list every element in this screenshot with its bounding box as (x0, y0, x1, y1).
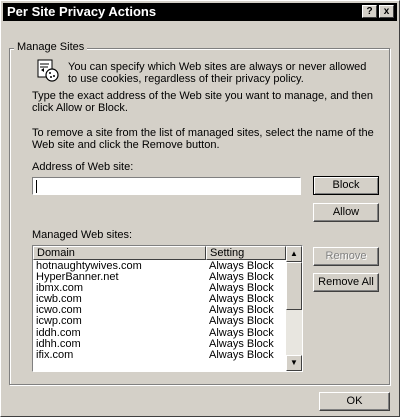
setting-cell: Always Block (209, 337, 274, 350)
remove-button[interactable]: Remove (313, 247, 379, 266)
list-header: Domain Setting (33, 246, 286, 260)
list-item[interactable]: icwp.com Always Block (33, 316, 286, 327)
window-title: Per Site Privacy Actions (7, 4, 157, 19)
scroll-down-arrow-icon[interactable]: ▼ (286, 355, 302, 371)
list-item[interactable]: ifix.com Always Block (33, 348, 286, 361)
scrollbar-thumb[interactable] (286, 262, 302, 310)
title-bar: Per Site Privacy Actions ? x (3, 3, 397, 21)
intro-text: You can specify which Web sites are alwa… (68, 61, 367, 85)
allow-button[interactable]: Allow (313, 203, 379, 222)
managed-sites-label: Managed Web sites: (32, 229, 133, 241)
setting-cell: Always Block (209, 348, 274, 361)
column-header-setting[interactable]: Setting (206, 246, 286, 260)
remove-instruction-text: To remove a site from the list of manage… (32, 127, 374, 151)
close-button[interactable]: x (379, 5, 394, 18)
column-header-domain[interactable]: Domain (33, 246, 206, 260)
text-caret (36, 180, 37, 193)
managed-sites-list[interactable]: Domain Setting hotnaughtywives.com Always… (32, 245, 303, 372)
instruction-text: Type the exact address of the Web site y… (32, 90, 374, 114)
domain-cell: idhh.com (36, 337, 81, 350)
remove-all-button[interactable]: Remove All (313, 273, 379, 292)
domain-cell: iddh.com (36, 326, 81, 339)
list-scrollbar[interactable]: ▲ ▼ (286, 246, 302, 371)
domain-cell: icwp.com (36, 315, 82, 328)
cookie-privacy-icon (37, 59, 59, 82)
block-button[interactable]: Block (313, 176, 379, 195)
address-label: Address of Web site: (32, 161, 134, 173)
setting-cell: Always Block (209, 315, 274, 328)
group-legend: Manage Sites (14, 41, 88, 53)
address-input[interactable] (32, 177, 301, 195)
list-item[interactable]: iddh.com Always Block (33, 326, 286, 339)
help-button[interactable]: ? (362, 5, 377, 18)
setting-cell: Always Block (209, 326, 274, 339)
scroll-up-arrow-icon[interactable]: ▲ (286, 246, 302, 262)
ok-button[interactable]: OK (319, 392, 390, 411)
domain-cell: ifix.com (36, 348, 74, 361)
list-rows: hotnaughtywives.com Always Block HyperBan… (33, 261, 286, 361)
